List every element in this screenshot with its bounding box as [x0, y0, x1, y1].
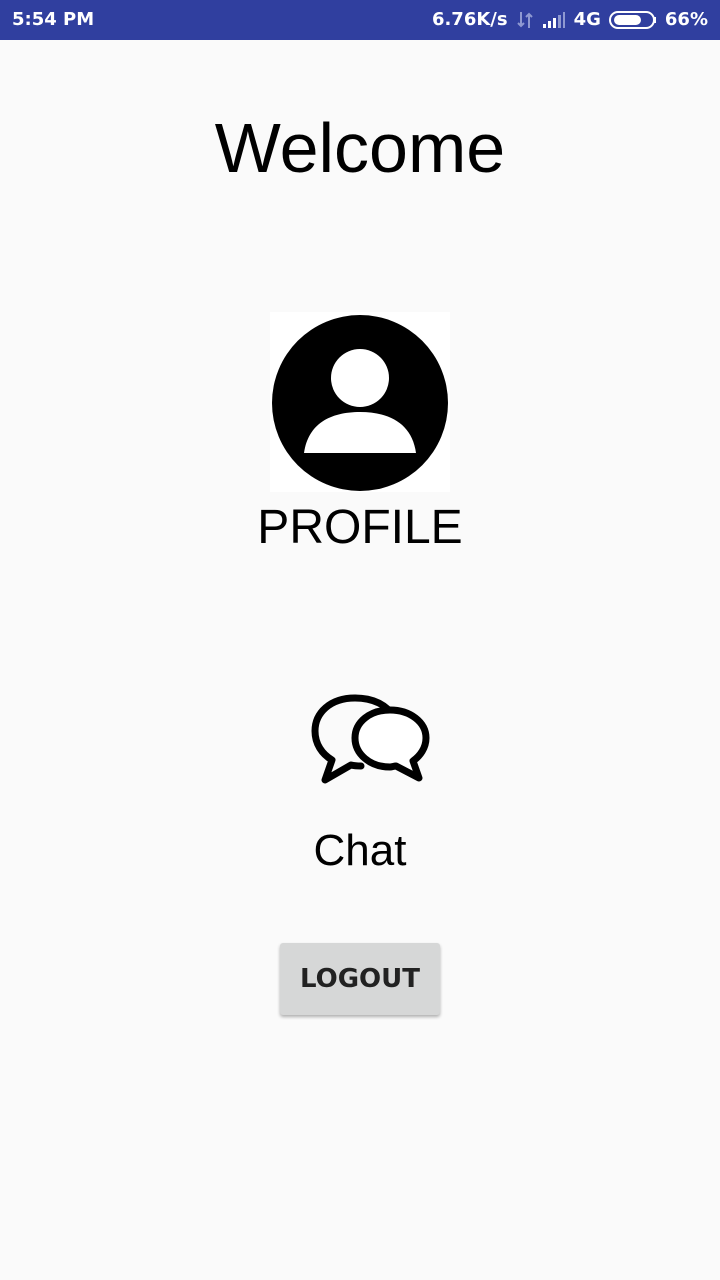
status-bar: 5:54 PM 6.76K/s 4G 66% [0, 0, 720, 40]
profile-button[interactable] [270, 312, 450, 492]
logout-button[interactable]: LOGOUT [280, 943, 440, 1015]
chat-label[interactable]: Chat [0, 826, 720, 876]
account-circle-icon [272, 315, 448, 491]
net-speed: 6.76K/s [431, 9, 508, 30]
welcome-title: Welcome [214, 109, 506, 187]
chat-button[interactable] [305, 688, 435, 793]
battery-icon [608, 10, 657, 30]
battery-percent: 66% [664, 9, 708, 30]
signal-icon [542, 11, 566, 29]
status-right-group: 6.76K/s 4G 66% [432, 9, 708, 30]
network-type: 4G [573, 9, 601, 30]
data-transfer-icon [516, 10, 534, 30]
profile-label[interactable]: PROFILE [0, 500, 720, 555]
status-time: 5:54 PM [12, 9, 95, 30]
chat-bubbles-icon [311, 694, 430, 784]
